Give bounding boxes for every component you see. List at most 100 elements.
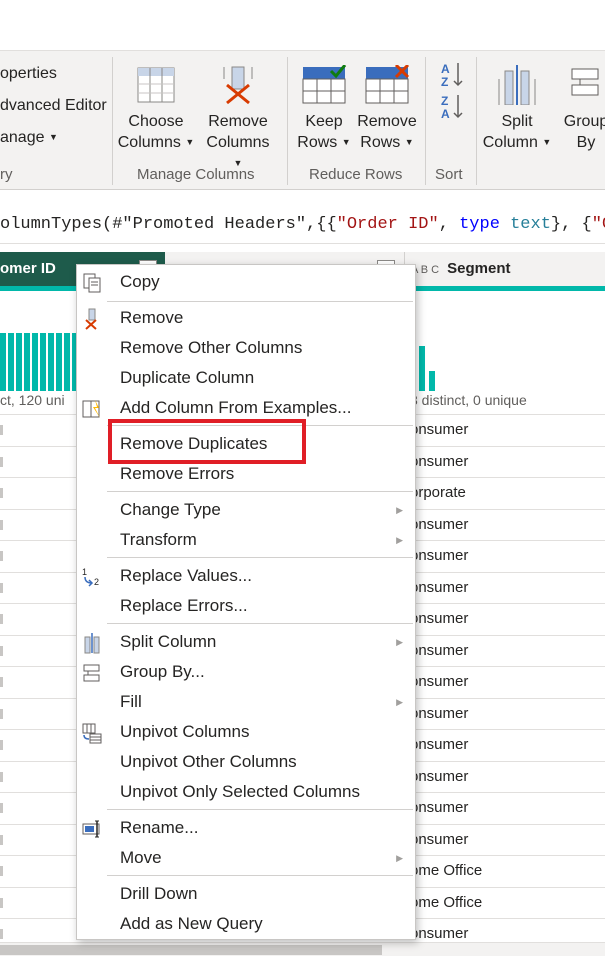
cell-customer-id[interactable] [0,519,3,530]
menu-item-drill-down[interactable]: Drill Down [77,880,415,910]
distribution-bar [64,333,70,391]
cell-segment[interactable]: onsumer [410,415,468,445]
cell-segment[interactable]: onsumer [410,510,468,540]
menu-item-label: Split Column [120,632,217,651]
menu-item-transform[interactable]: Transform ▶ [77,526,415,556]
menu-item-move[interactable]: Move ▶ [77,844,415,874]
keep-rows-icon [302,65,347,104]
menu-item-duplicate-column[interactable]: Duplicate Column [77,364,415,394]
menu-item-fill[interactable]: Fill ▶ [77,688,415,718]
cell-segment[interactable]: ome Office [410,856,482,886]
cell-customer-id[interactable] [0,740,3,750]
menu-separator [107,875,413,876]
cell-segment[interactable]: onsumer [410,447,468,477]
ribbon-separator [425,57,426,185]
sort-descending-button[interactable]: Z A [440,93,464,121]
menu-item-label: Copy [120,272,160,291]
cell-customer-id[interactable] [0,708,3,719]
menu-item-label: Duplicate Column [120,368,255,387]
formula-string: "Cu [591,215,605,234]
cell-customer-id[interactable] [0,551,3,561]
distribution-summary: 3 distinct, 0 unique [410,392,527,408]
cell-customer-id[interactable] [0,677,3,687]
svg-text:Z: Z [441,94,448,108]
remove-rows-button[interactable]: Remove Rows ▼ [356,65,418,153]
cell-segment[interactable]: ome Office [410,888,482,918]
menu-item-label: Replace Values... [120,566,252,585]
cell-segment[interactable]: onsumer [410,604,468,634]
sort-group-label: Sort [435,166,463,183]
split-column-button[interactable]: Split Column ▼ [482,65,552,153]
sort-ascending-button[interactable]: A Z [440,61,464,89]
cell-customer-id[interactable] [0,929,3,939]
column-header-segment[interactable]: A B C Segment [405,252,605,286]
cell-customer-id[interactable] [0,897,3,908]
menu-item-label: Remove Other Columns [120,338,303,357]
cell-customer-id[interactable] [0,834,3,845]
menu-item-replace-errors[interactable]: Replace Errors... [77,592,415,622]
cell-customer-id[interactable] [0,866,3,876]
menu-item-remove-errors[interactable]: Remove Errors [77,460,415,490]
scrollbar-thumb[interactable] [0,945,382,955]
cell-segment[interactable]: onsumer [410,762,468,792]
formula-bar[interactable]: olumnTypes(#"Promoted Headers",{{"Order … [0,206,605,244]
cell-customer-id[interactable] [0,614,3,624]
cell-customer-id[interactable] [0,771,3,782]
cell-customer-id[interactable] [0,456,3,467]
menu-item-remove[interactable]: Remove [77,304,415,334]
cell-customer-id[interactable] [0,803,3,813]
cell-segment[interactable]: onsumer [410,667,468,697]
split-column-icon [84,633,100,654]
menu-item-label: Group By... [120,662,205,681]
cell-segment[interactable]: orporate [410,478,466,508]
cell-segment[interactable]: onsumer [410,636,468,666]
distribution-bar [0,333,6,391]
cell-customer-id[interactable] [0,582,3,593]
cell-segment[interactable]: onsumer [410,573,468,603]
menu-item-rename[interactable]: Rename... [77,814,415,844]
cell-segment[interactable]: onsumer [410,699,468,729]
menu-item-group-by[interactable]: Group By... [77,658,415,688]
menu-item-add-column-from-examples[interactable]: Add Column From Examples... [77,394,415,424]
cell-segment[interactable]: onsumer [410,793,468,823]
cell-segment[interactable]: onsumer [410,825,468,855]
remove-columns-button[interactable]: Remove Columns ▼ [200,65,276,174]
cell-customer-id[interactable] [0,645,3,656]
menu-item-label: Add Column From Examples... [120,398,352,417]
window-top-strip [0,0,605,50]
menu-item-copy[interactable]: Copy [77,268,415,298]
keep-rows-label-2: Rows [297,134,338,151]
sort-descending-icon: Z A [441,94,463,121]
advanced-editor-button[interactable]: dvanced Editor [0,97,107,115]
split-column-icon [498,65,536,105]
menu-item-split-column[interactable]: Split Column ▶ [77,628,415,658]
menu-item-unpivot-columns[interactable]: Unpivot Columns [77,718,415,748]
cell-segment[interactable]: onsumer [410,541,468,571]
rename-icon [82,820,100,838]
cell-customer-id[interactable] [0,425,3,435]
menu-separator [107,809,413,810]
chevron-down-icon: ▼ [542,137,552,147]
menu-item-remove-duplicates[interactable]: Remove Duplicates [77,430,415,460]
cell-segment[interactable]: onsumer [410,730,468,760]
group-by-button[interactable]: Group By [556,65,605,153]
remove-columns-label: Remove [208,113,268,130]
menu-item-add-as-new-query[interactable]: Add as New Query [77,910,415,940]
replace-values-icon: 12 [82,567,99,587]
menu-item-remove-other-columns[interactable]: Remove Other Columns [77,334,415,364]
cell-customer-id[interactable] [0,488,3,498]
remove-columns-label-2: Columns [206,134,270,151]
properties-button[interactable]: operties [0,65,57,83]
choose-columns-label: Choose [128,113,184,130]
chevron-right-icon: ▶ [396,853,403,863]
menu-item-replace-values[interactable]: 12 Replace Values... [77,562,415,592]
horizontal-scrollbar[interactable] [0,942,605,956]
svg-text:1: 1 [82,567,87,577]
menu-item-unpivot-only-selected-columns[interactable]: Unpivot Only Selected Columns [77,778,415,808]
choose-columns-button[interactable]: Choose Columns ▼ [116,65,196,153]
manage-button[interactable]: anage ▼ [0,129,58,147]
menu-item-change-type[interactable]: Change Type ▶ [77,496,415,526]
keep-rows-button[interactable]: Keep Rows ▼ [296,65,352,153]
column-header-label: omer ID [0,260,56,277]
menu-item-unpivot-other-columns[interactable]: Unpivot Other Columns [77,748,415,778]
